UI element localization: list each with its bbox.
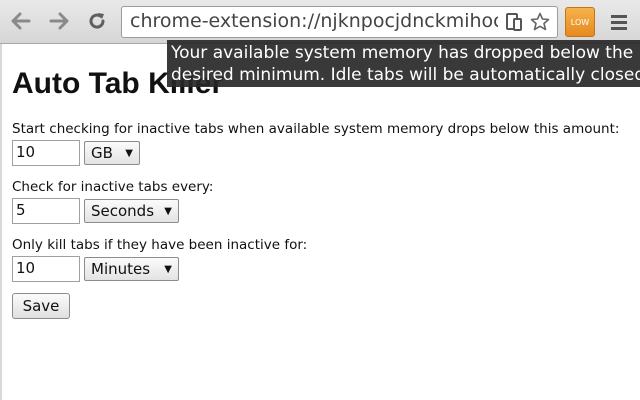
save-button[interactable]: Save [12,293,70,319]
reload-icon[interactable] [84,8,110,34]
url-text: chrome-extension://njknpocjdnckmihoc [130,10,498,32]
interval-unit-select[interactable]: Seconds ▼ [84,199,179,223]
extension-badge-text: LOW [570,17,590,27]
inactive-duration-input[interactable]: 10 [12,256,80,282]
tablet-icon[interactable] [503,11,525,33]
star-icon[interactable] [529,11,551,33]
notice-line-2: desired minimum. Idle tabs will be autom… [171,65,640,85]
duration-unit-select[interactable]: Minutes ▼ [84,257,179,281]
notice-line-1: Your available system memory has dropped… [171,43,634,63]
setting-check-interval: Check for inactive tabs every: 5 Seconds… [12,178,632,224]
browser-toolbar: chrome-extension://njknpocjdnckmihoc LOW [0,0,640,44]
memory-warning-notification: Your available system memory has dropped… [167,40,640,87]
dropdown-arrow-icon: ▼ [125,147,133,159]
dropdown-arrow-icon: ▼ [164,263,172,275]
setting-label: Only kill tabs if they have been inactiv… [12,237,308,253]
window-edge [0,44,2,400]
back-arrow-icon[interactable] [8,8,34,34]
dropdown-arrow-icon: ▼ [164,205,172,217]
memory-threshold-input[interactable]: 10 [12,140,80,166]
check-interval-input[interactable]: 5 [12,198,80,224]
select-value: GB [91,144,113,162]
forward-arrow-icon[interactable] [46,8,72,34]
address-bar[interactable]: chrome-extension://njknpocjdnckmihoc [121,6,558,38]
setting-label: Start checking for inactive tabs when av… [12,121,620,137]
memory-unit-select[interactable]: GB ▼ [84,141,140,165]
setting-label: Check for inactive tabs every: [12,179,214,195]
setting-memory-threshold: Start checking for inactive tabs when av… [12,120,632,166]
select-value: Minutes [91,260,151,278]
extension-badge-button[interactable]: LOW [565,7,595,37]
setting-inactive-duration: Only kill tabs if they have been inactiv… [12,236,632,282]
hamburger-menu-icon[interactable] [606,9,632,35]
select-value: Seconds [91,202,155,220]
